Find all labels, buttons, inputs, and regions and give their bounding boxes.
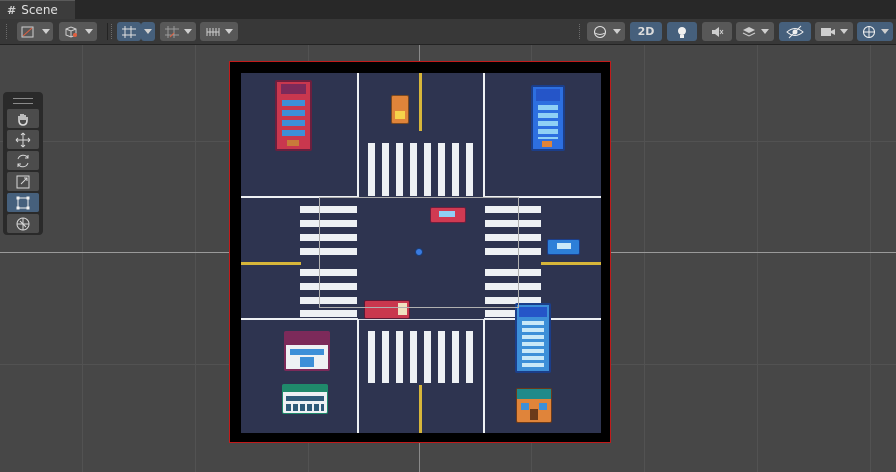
lane-line	[241, 318, 358, 320]
blue-sedan[interactable]	[547, 239, 580, 255]
crosswalk-stripe	[410, 331, 417, 383]
toolbar-separator	[107, 23, 108, 40]
draw-mode-dropdown[interactable]	[17, 22, 53, 41]
shaded-mode-icon	[21, 26, 34, 37]
crosswalk-stripe	[438, 143, 445, 196]
crosswalk-stripe	[300, 310, 357, 317]
grid-snap-icon	[122, 25, 136, 38]
transform-icon	[16, 217, 30, 230]
red-office-building[interactable]	[275, 80, 312, 151]
tools-overlay	[3, 92, 43, 235]
crosswalk-stripe	[368, 143, 375, 196]
gizmo-object-dropdown[interactable]	[59, 22, 97, 41]
grid-line	[757, 45, 758, 472]
crosswalk-stripe	[382, 331, 389, 383]
gizmos-dropdown[interactable]	[857, 22, 893, 41]
increment-snap-dropdown[interactable]	[160, 22, 196, 41]
gizmos-icon	[863, 25, 875, 38]
blue-tower[interactable]	[515, 303, 551, 373]
grid-line	[82, 45, 83, 472]
center-line	[241, 262, 301, 265]
move-tool-button[interactable]	[7, 130, 39, 149]
grid-snap-toggle[interactable]	[117, 22, 141, 41]
transform-tool-button[interactable]	[7, 214, 39, 233]
scale-tool-button[interactable]	[7, 172, 39, 191]
hand-icon	[18, 113, 28, 126]
scene-visibility-toggle[interactable]	[779, 22, 811, 41]
camera-icon	[821, 27, 835, 36]
move-arrows-icon	[15, 132, 31, 147]
scene-toolbar: 2D	[0, 19, 896, 45]
shading-dropdown[interactable]	[587, 22, 625, 41]
center-line	[541, 262, 601, 265]
orange-house[interactable]	[516, 388, 552, 423]
orange-kiosk[interactable]	[391, 95, 409, 124]
center-line	[419, 73, 422, 131]
rect-tool-button[interactable]	[7, 193, 39, 212]
scene-tab-bar: # Scene	[0, 0, 896, 19]
rotate-icon	[17, 154, 29, 167]
center-line	[419, 385, 422, 433]
mode-2d-toggle[interactable]: 2D	[630, 22, 662, 41]
scale-icon	[16, 175, 30, 188]
scene-grid-icon: #	[7, 3, 17, 17]
effects-dropdown[interactable]	[736, 22, 774, 41]
lane-line	[483, 73, 485, 197]
toolbar-grip[interactable]	[579, 24, 582, 39]
grid-snap-dropdown[interactable]	[141, 22, 155, 41]
rotate-tool-button[interactable]	[7, 151, 39, 170]
shop-building[interactable]	[284, 331, 330, 371]
pivot-handle[interactable]	[415, 248, 423, 256]
blue-office-building[interactable]	[531, 85, 565, 151]
ruler-icon	[206, 27, 220, 36]
crosswalk-stripe	[396, 143, 403, 196]
crosswalk-stripe	[396, 331, 403, 383]
grid-line	[870, 45, 871, 472]
lane-line	[357, 73, 359, 197]
light-bulb-icon	[678, 26, 686, 38]
camera-dropdown[interactable]	[815, 22, 853, 41]
lane-line	[357, 319, 359, 433]
speaker-mute-icon	[712, 26, 724, 37]
crosswalk-stripe	[452, 143, 459, 196]
audio-toggle[interactable]	[702, 22, 732, 41]
ruler-dropdown[interactable]	[200, 22, 238, 41]
crosswalk-stripe	[382, 143, 389, 196]
grid-line	[195, 45, 196, 472]
sphere-icon	[593, 25, 606, 38]
rect-transform-icon	[16, 196, 30, 209]
crosswalk-stripe	[424, 331, 431, 383]
lighting-toggle[interactable]	[667, 22, 697, 41]
toolbar-grip[interactable]	[6, 24, 9, 39]
crosswalk-stripe	[452, 331, 459, 383]
cube-icon	[65, 25, 77, 38]
view-tool-button[interactable]	[7, 109, 39, 128]
grid-line	[644, 45, 645, 472]
layers-icon	[742, 26, 756, 37]
scene-viewport[interactable]	[0, 45, 896, 472]
crosswalk-stripe	[438, 331, 445, 383]
crosswalk-stripe	[410, 143, 417, 196]
lane-line	[359, 319, 483, 320]
toolbar-grip[interactable]	[111, 24, 114, 39]
scene-tab[interactable]: # Scene	[0, 0, 75, 19]
crosswalk-stripe	[368, 331, 375, 383]
crosswalk-stripe	[466, 143, 473, 196]
increment-snap-icon	[165, 25, 179, 38]
eye-hidden-icon	[786, 25, 804, 38]
scene-tab-label: Scene	[21, 3, 58, 17]
crosswalk-stripe	[466, 331, 473, 383]
overlay-drag-handle[interactable]	[13, 98, 33, 104]
crosswalk-stripe	[424, 143, 431, 196]
lane-line	[483, 319, 485, 433]
convenience-store[interactable]	[282, 384, 328, 414]
